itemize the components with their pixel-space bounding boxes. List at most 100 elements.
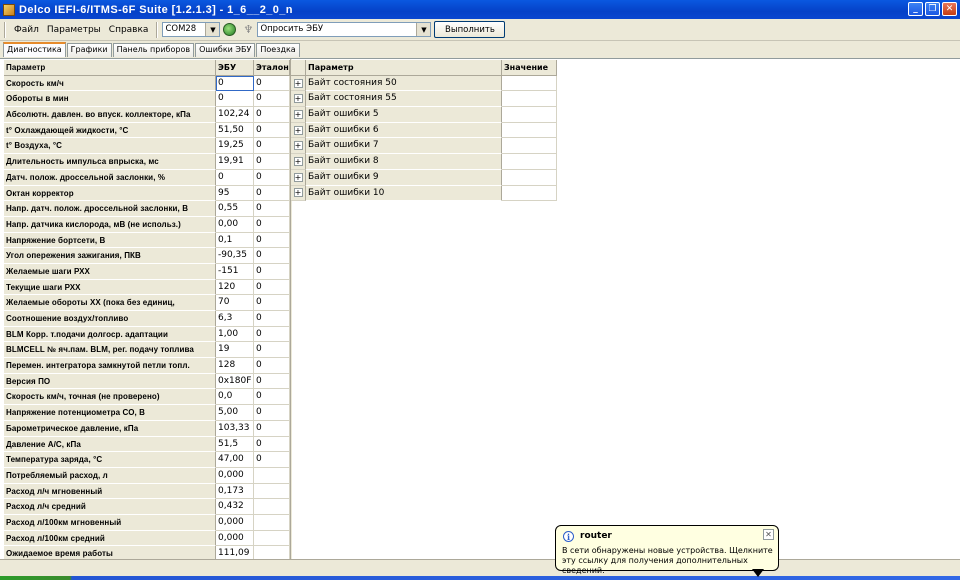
reference-value[interactable]: 0 — [254, 91, 290, 108]
tab-graphs[interactable]: Графики — [66, 43, 112, 57]
header-parameter[interactable]: Параметр — [4, 60, 216, 76]
byte-value[interactable] — [502, 91, 557, 108]
ecu-value[interactable]: 6,3 — [216, 311, 254, 327]
ecu-value[interactable]: -151 — [216, 263, 254, 280]
expand-icon[interactable]: + — [293, 94, 303, 104]
reference-value[interactable]: 0 — [254, 232, 290, 249]
ecu-value[interactable]: 19,25 — [216, 138, 254, 155]
reference-value[interactable]: 0 — [254, 420, 290, 437]
table-row[interactable]: Напряжение бортсети, В 0,1 0 — [4, 232, 290, 249]
tab-diagnostics[interactable]: Диагностика — [3, 42, 66, 57]
ecu-value[interactable]: 0x180F — [216, 373, 254, 390]
table-row[interactable]: Потребляемый расход, л 0,000 — [4, 467, 290, 484]
table-row[interactable]: Барометрическое давление, кПа 103,33 0 — [4, 420, 290, 437]
ecu-value[interactable]: 47,00 — [216, 452, 254, 468]
reference-value[interactable]: 0 — [254, 154, 290, 170]
table-row[interactable]: Скорость км/ч, точная (не проверено) 0,0 0 — [4, 389, 290, 406]
ecu-value[interactable]: 70 — [216, 295, 254, 311]
reference-value[interactable]: 0 — [254, 216, 290, 233]
menu-help[interactable]: Справка — [105, 25, 153, 35]
table-row[interactable]: Соотношение воздух/топливо 6,3 0 — [4, 311, 290, 327]
chevron-down-icon[interactable]: ▼ — [205, 23, 220, 36]
table-row[interactable]: Абсолютн. давлен. во впуск. коллекторе, … — [4, 107, 290, 123]
tab-trip[interactable]: Поездка — [256, 43, 300, 57]
table-row[interactable]: + Байт ошибки 6 — [291, 122, 561, 139]
byte-value[interactable] — [502, 122, 557, 139]
table-row[interactable]: BLM Корр. т.подачи долгоср. адаптации 1,0… — [4, 326, 290, 343]
table-row[interactable]: Расход л/100км средний 0,000 — [4, 530, 290, 547]
reference-value[interactable] — [254, 546, 290, 559]
ecu-value[interactable]: 128 — [216, 358, 254, 374]
network-notification[interactable]: i router ✕ В сети обнаружены новые устро… — [555, 525, 779, 575]
ecu-value[interactable]: 0,000 — [216, 467, 254, 484]
reference-value[interactable]: 0 — [254, 373, 290, 390]
ecu-value[interactable]: 0,000 — [216, 514, 254, 531]
expand-icon[interactable]: + — [293, 78, 303, 88]
ecu-value[interactable]: 51,50 — [216, 122, 254, 139]
reference-value[interactable] — [254, 530, 290, 547]
reference-value[interactable]: 0 — [254, 326, 290, 343]
reference-value[interactable] — [254, 499, 290, 515]
reference-value[interactable] — [254, 467, 290, 484]
close-icon[interactable]: ✕ — [942, 2, 957, 16]
expand-icon[interactable]: + — [293, 109, 303, 119]
table-row[interactable]: + Байт состояния 50 — [291, 75, 561, 92]
byte-value[interactable] — [502, 75, 557, 92]
ecu-value[interactable]: 95 — [216, 185, 254, 202]
reference-value[interactable]: 0 — [254, 122, 290, 139]
table-row[interactable]: + Байт ошибки 9 — [291, 169, 561, 186]
ecu-value[interactable]: 102,24 — [216, 107, 254, 123]
table-row[interactable]: Желаемые обороты ХХ (пока без единиц, 70 0 — [4, 295, 290, 311]
reference-value[interactable]: 0 — [254, 169, 290, 186]
table-row[interactable]: Расход л/100км мгновенный 0,000 — [4, 514, 290, 531]
table-row[interactable]: Желаемые шаги РХХ -151 0 — [4, 263, 290, 280]
ecu-value[interactable]: 0,1 — [216, 232, 254, 249]
notification-text[interactable]: В сети обнаружены новые устройства. Щелк… — [562, 546, 774, 576]
table-row[interactable]: Версия ПО 0x180F 0 — [4, 373, 290, 390]
byte-value[interactable] — [502, 138, 557, 155]
reference-value[interactable]: 0 — [254, 405, 290, 421]
reference-value[interactable]: 0 — [254, 107, 290, 123]
reference-value[interactable] — [254, 483, 290, 500]
table-row[interactable]: Напр. датч. полож. дроссельной заслонки,… — [4, 201, 290, 217]
connect-icon[interactable] — [223, 23, 237, 36]
minimize-icon[interactable]: _ — [908, 2, 923, 16]
tab-ecu-errors[interactable]: Ошибки ЭБУ — [195, 43, 256, 57]
table-row[interactable]: Обороты в мин 0 0 — [4, 91, 290, 108]
table-row[interactable]: Расход л/ч средний 0,432 — [4, 499, 290, 515]
header-bytes-parameter[interactable]: Параметр — [306, 60, 502, 76]
expand-icon[interactable]: + — [293, 141, 303, 151]
reference-value[interactable]: 0 — [254, 311, 290, 327]
reference-value[interactable]: 0 — [254, 248, 290, 264]
header-ecu[interactable]: ЭБУ — [216, 60, 254, 76]
table-row[interactable]: Скорость км/ч 0 0 — [4, 75, 290, 92]
reference-value[interactable]: 0 — [254, 358, 290, 374]
ecu-value[interactable]: 51,5 — [216, 436, 254, 453]
reference-value[interactable]: 0 — [254, 436, 290, 453]
byte-value[interactable] — [502, 107, 557, 123]
table-row[interactable]: Давление A/C, кПа 51,5 0 — [4, 436, 290, 453]
execute-button[interactable]: Выполнить — [434, 21, 506, 38]
expand-icon[interactable]: + — [293, 172, 303, 182]
maximize-icon[interactable]: ❐ — [925, 2, 940, 16]
ecu-value[interactable]: 19 — [216, 342, 254, 359]
ecu-value[interactable]: 0,0 — [216, 389, 254, 406]
parameters-grid[interactable]: Параметр ЭБУ Эталон Скорость км/ч 0 0 Оборо… — [4, 60, 290, 559]
ecu-value[interactable]: 0 — [216, 91, 254, 108]
table-row[interactable]: Текущие шаги РХХ 120 0 — [4, 279, 290, 296]
antenna-icon[interactable]: ♆ — [242, 23, 254, 37]
reference-value[interactable]: 0 — [254, 185, 290, 202]
table-row[interactable]: Напряжение потенциометра СО, В 5,00 0 — [4, 405, 290, 421]
reference-value[interactable]: 0 — [254, 342, 290, 359]
table-row[interactable]: Угол опережения зажигания, ПКВ -90,35 0 — [4, 248, 290, 264]
menu-file[interactable]: Файл — [10, 25, 43, 35]
bytes-grid[interactable]: Параметр Значение + Байт состояния 50 + Бай… — [291, 60, 561, 202]
reference-value[interactable]: 0 — [254, 201, 290, 217]
reference-value[interactable]: 0 — [254, 452, 290, 468]
table-row[interactable]: Ожидаемое время работы 111,09 — [4, 546, 290, 559]
table-row[interactable]: Перемен. интегратора замкнутой петли топ… — [4, 358, 290, 374]
ecu-value[interactable]: 0,00 — [216, 216, 254, 233]
table-row[interactable]: + Байт ошибки 5 — [291, 107, 561, 123]
ecu-value[interactable]: 0,432 — [216, 499, 254, 515]
reference-value[interactable]: 0 — [254, 138, 290, 155]
